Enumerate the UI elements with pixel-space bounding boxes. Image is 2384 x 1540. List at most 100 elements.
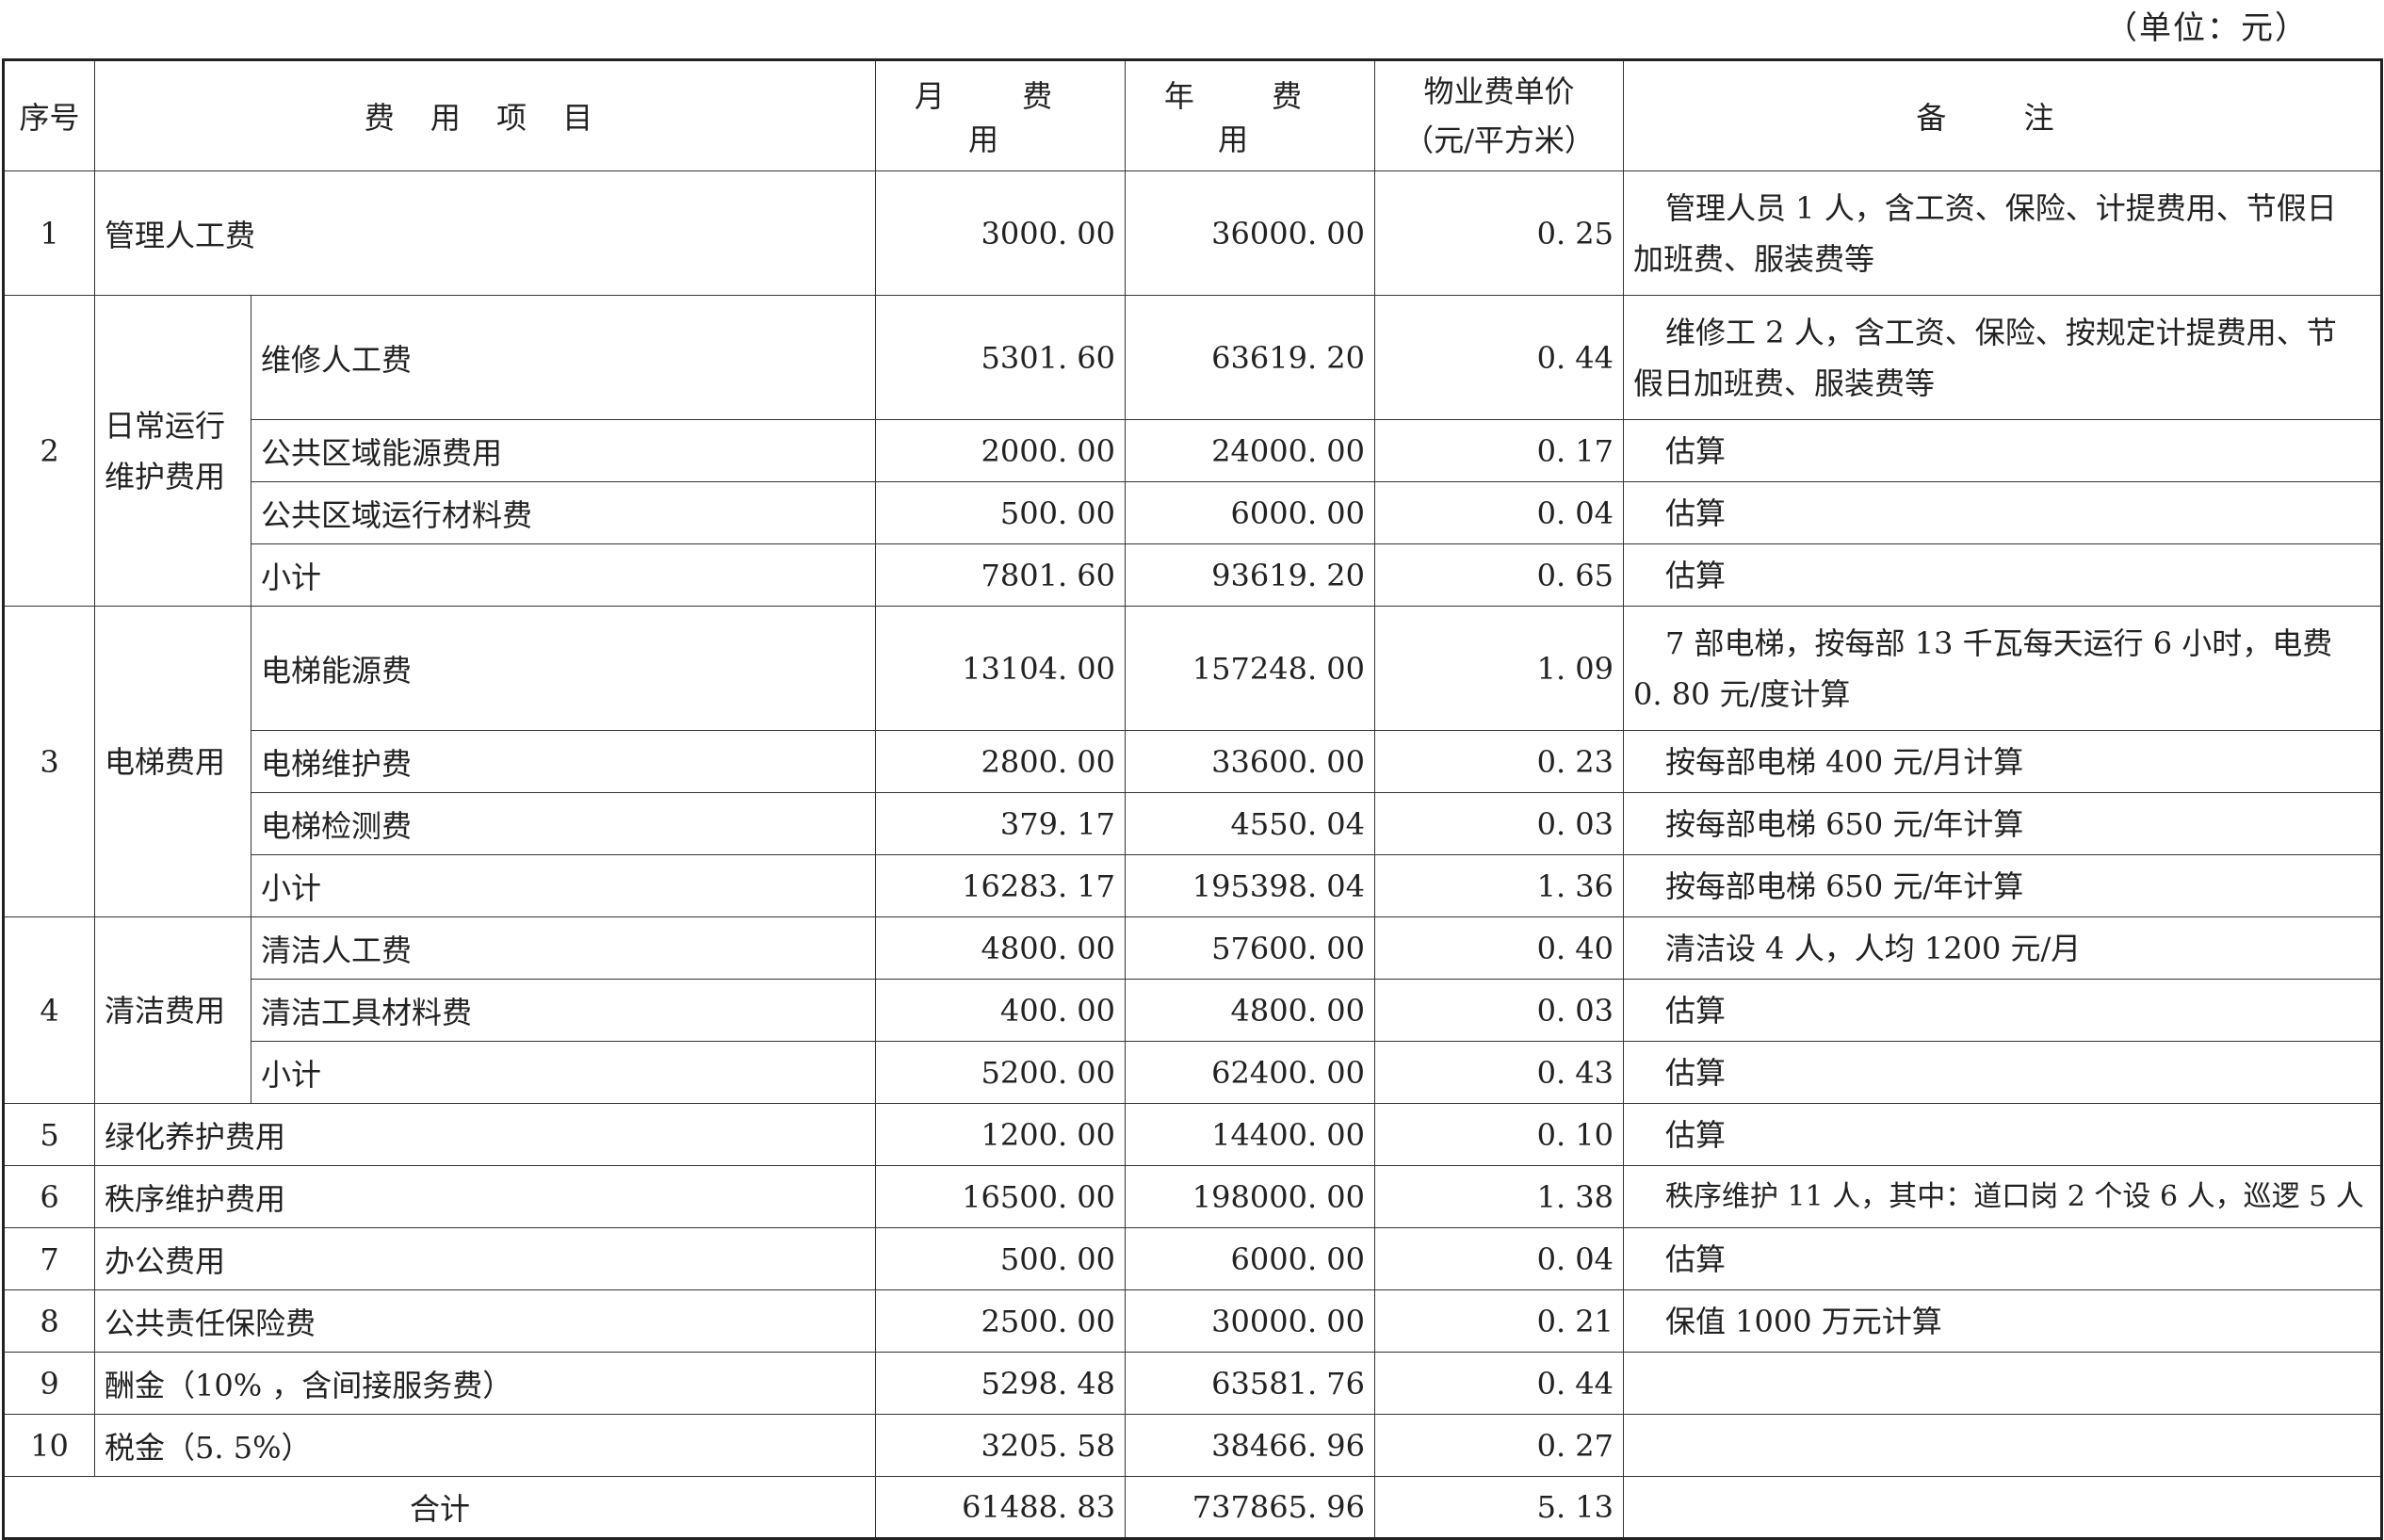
note-cell: 估算: [1623, 543, 2382, 607]
table-row: 小计 16283. 17 195398. 04 1. 36 按每部电梯 650 …: [4, 854, 2382, 917]
table-row: 7 办公费用 500. 00 6000. 00 0. 04 估算: [3, 1227, 2382, 1290]
price-cell: 0. 04: [1374, 481, 1624, 544]
monthly-cell: 400. 00: [875, 979, 1126, 1042]
table-row: 电梯检测费 379. 17 4550. 04 0. 03 按每部电梯 650 元…: [4, 792, 2382, 855]
annual-cell: 30000. 00: [1125, 1289, 1375, 1353]
table-row: 6 秩序维护费用 16500. 00 198000. 00 1. 38 秩序维护…: [3, 1165, 2382, 1228]
price-cell: 0. 27: [1374, 1414, 1624, 1477]
note-text: 估算: [1665, 1116, 1727, 1153]
item-cell: 秩序维护费用: [94, 1165, 876, 1228]
table-row: 1 管理人工费 3000. 00 36000. 00 0. 25 管理人员 1 …: [3, 170, 2382, 296]
monthly-cell: 4800. 00: [875, 916, 1126, 980]
annual-cell: 14400. 00: [1125, 1103, 1375, 1166]
note-line2: 加班费、服装费等: [1633, 240, 1875, 277]
annual-cell: 6000. 00: [1125, 1227, 1375, 1290]
annual-cell: 38466. 96: [1125, 1414, 1375, 1477]
monthly-cell: 500. 00: [875, 481, 1126, 544]
note-cell: 按每部电梯 650 元/年计算: [1623, 792, 2382, 855]
note-cell: [1623, 1414, 2382, 1477]
monthly-cell: 2500. 00: [875, 1289, 1126, 1353]
seq-cell: 9: [3, 1352, 95, 1415]
price-cell: 0. 25: [1374, 170, 1624, 296]
note-text: 估算: [1665, 432, 1727, 469]
price-cell: 0. 44: [1374, 1352, 1624, 1415]
note-text: 秩序维护 11 人，其中：道口岗 2 个设 6 人，巡逻 5 人: [1665, 1179, 2364, 1213]
header-annual: 年 费 用: [1125, 59, 1375, 171]
item-cell: 酬金（10% ，含间接服务费）: [94, 1352, 876, 1415]
annual-cell: 62400. 00: [1125, 1041, 1375, 1104]
note-cell: 按每部电梯 650 元/年计算: [1623, 854, 2382, 917]
total-monthly: 61488. 83: [875, 1476, 1126, 1539]
monthly-cell: 3205. 58: [875, 1414, 1126, 1477]
note-cell: 估算: [1623, 1041, 2382, 1104]
seq-cell: 4: [3, 916, 95, 1104]
price-cell: 0. 43: [1374, 1041, 1624, 1104]
total-row: 合计 61488. 83 737865. 96 5. 13: [3, 1476, 2382, 1539]
seq-cell: 1: [3, 170, 95, 296]
monthly-cell: 1200. 00: [875, 1103, 1126, 1166]
seq-cell: 5: [3, 1103, 95, 1166]
annual-cell: 57600. 00: [1125, 916, 1375, 980]
item-cell: 电梯能源费: [251, 606, 876, 731]
header-item: 费 用 项 目: [94, 59, 876, 171]
category-cell: 电梯费用: [94, 606, 251, 917]
monthly-cell: 3000. 00: [875, 170, 1126, 296]
item-cell: 维修人工费: [251, 295, 876, 420]
annual-cell: 33600. 00: [1125, 730, 1375, 793]
table-row: 5 绿化养护费用 1200. 00 14400. 00 0. 10 估算: [3, 1103, 2382, 1166]
note-cell: 估算: [1623, 1103, 2382, 1166]
note-cell: 估算: [1623, 481, 2382, 544]
note-cell: 估算: [1623, 419, 2382, 482]
table-row: 公共区域运行材料费 500. 00 6000. 00 0. 04 估算: [4, 481, 2382, 544]
note-cell: 估算: [1623, 979, 2382, 1042]
note-cell: 估算: [1623, 1227, 2382, 1290]
header-unit-price: 物业费单价 （元/平方米）: [1374, 59, 1624, 171]
header-unit-price-line1: 物业费单价: [1423, 73, 1575, 109]
item-cell: 公共区域能源费用: [251, 419, 876, 482]
price-cell: 0. 03: [1374, 792, 1624, 855]
header-monthly: 月 费 用: [875, 59, 1126, 171]
price-cell: 1. 38: [1374, 1165, 1624, 1228]
price-cell: 0. 10: [1374, 1103, 1624, 1166]
category-cell: 清洁费用: [94, 916, 251, 1104]
price-cell: 0. 21: [1374, 1289, 1624, 1353]
seq-cell: 10: [3, 1414, 95, 1477]
unit-label: （单位：元）: [2105, 9, 2309, 47]
monthly-cell: 7801. 60: [875, 543, 1126, 607]
header-note: 备 注: [1623, 59, 2382, 171]
item-cell: 办公费用: [94, 1227, 876, 1290]
note-text: 清洁设 4 人，人均 1200 元/月: [1665, 930, 2082, 966]
price-cell: 0. 40: [1374, 916, 1624, 980]
note-line1: 管理人员 1 人，含工资、保险、计提费用、节假日: [1665, 189, 2337, 226]
monthly-cell: 2800. 00: [875, 730, 1126, 793]
note-text: 按每部电梯 650 元/年计算: [1665, 805, 2024, 842]
price-cell: 1. 36: [1374, 854, 1624, 917]
seq-cell: 3: [3, 606, 95, 917]
monthly-cell: 5200. 00: [875, 1041, 1126, 1104]
header-seq: 序号: [3, 59, 95, 171]
annual-cell: 4800. 00: [1125, 979, 1375, 1042]
annual-cell: 6000. 00: [1125, 481, 1375, 544]
table-row: 4 清洁费用 清洁人工费 4800. 00 57600. 00 0. 40 清洁…: [3, 916, 2382, 1104]
note-text: 估算: [1665, 992, 1727, 1029]
monthly-cell: 379. 17: [875, 792, 1126, 855]
total-note: [1623, 1476, 2382, 1539]
note-cell: 清洁设 4 人，人均 1200 元/月: [1623, 916, 2382, 980]
table-row: 9 酬金（10% ，含间接服务费） 5298. 48 63581. 76 0. …: [3, 1352, 2382, 1415]
table-row: 小计 5200. 00 62400. 00 0. 43 估算: [4, 1041, 2382, 1104]
fee-table: 序号 费 用 项 目 月 费 用 年 费 用 物业费单价 （元/平方米） 备 注…: [2, 58, 2383, 1540]
table-row: 清洁工具材料费 400. 00 4800. 00 0. 03 估算: [4, 979, 2382, 1042]
monthly-cell: 16500. 00: [875, 1165, 1126, 1228]
table-row: 小计 7801. 60 93619. 20 0. 65 估算: [4, 543, 2382, 607]
item-cell: 小计: [251, 854, 876, 917]
item-cell: 公共区域运行材料费: [251, 481, 876, 544]
annual-cell: 4550. 04: [1125, 792, 1375, 855]
note-text: 保值 1000 万元计算: [1665, 1303, 1942, 1339]
note-text: 按每部电梯 650 元/年计算: [1665, 867, 2024, 904]
table-row: 公共区域能源费用 2000. 00 24000. 00 0. 17 估算: [4, 419, 2382, 482]
table-row: 10 税金（5. 5%） 3205. 58 38466. 96 0. 27: [3, 1414, 2382, 1477]
seq-cell: 8: [3, 1289, 95, 1353]
note-line2: 0. 80 元/度计算: [1633, 675, 1851, 712]
seq-cell: 6: [3, 1165, 95, 1228]
monthly-cell: 13104. 00: [875, 606, 1126, 731]
